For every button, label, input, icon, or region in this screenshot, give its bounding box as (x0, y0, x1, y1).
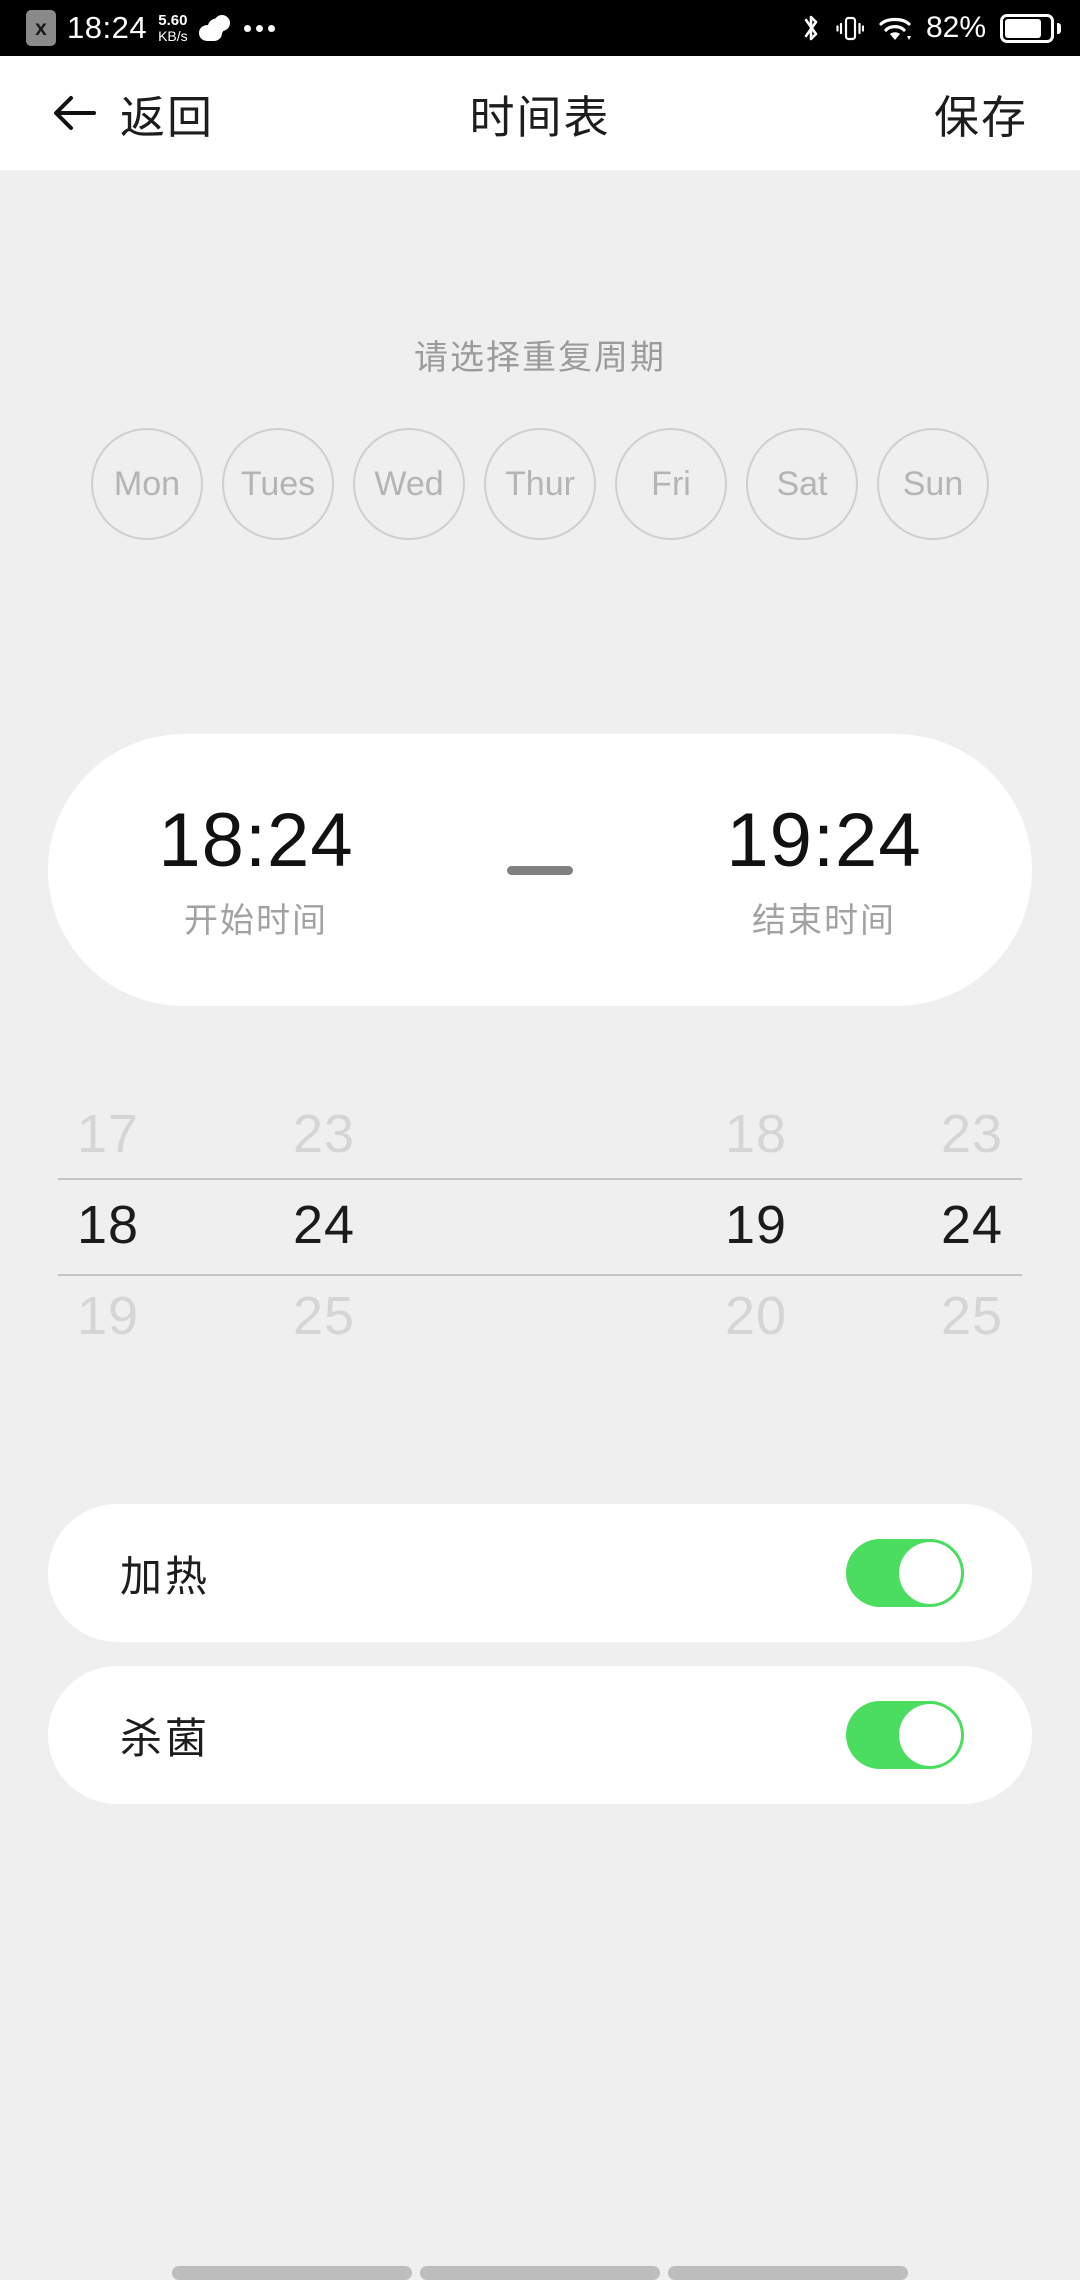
toggle-sterilize[interactable] (846, 1701, 964, 1769)
repeat-day-selector: Mon Tues Wed Thur Fri Sat Sun (0, 428, 1080, 540)
wifi-icon (879, 17, 911, 40)
picker-column-end-hour[interactable]: 18 19 20 (648, 1090, 864, 1360)
day-chip-tues[interactable]: Tues (222, 428, 334, 540)
time-range-separator-icon (507, 865, 573, 875)
picker-value-prev: 17 (76, 1104, 140, 1164)
network-speed-unit: KB/s (158, 27, 188, 44)
save-button[interactable]: 保存 (934, 81, 1028, 146)
toggle-knob (899, 1704, 961, 1766)
toggle-knob (899, 1542, 961, 1604)
picker-column-gap (432, 1090, 648, 1360)
day-chip-label: Tues (240, 464, 316, 503)
picker-value-prev: 18 (724, 1104, 788, 1164)
status-bar-right: 82% (800, 11, 1061, 45)
network-speed: 5.60 KB/s (158, 13, 188, 43)
picker-value-current: 18 (76, 1195, 140, 1255)
vibrate-icon (836, 16, 864, 41)
picker-value-current: 19 (724, 1195, 788, 1255)
picker-value-current: 24 (940, 1195, 1004, 1255)
status-bar-left: x 18:24 5.60 KB/s (26, 10, 275, 46)
cloud-icon (198, 15, 230, 41)
picker-value-next: 19 (76, 1286, 140, 1346)
battery-percent: 82% (925, 11, 986, 44)
picker-value-current: 24 (292, 1195, 356, 1255)
end-time-label: 结束时间 (752, 902, 896, 941)
day-chip-sun[interactable]: Sun (877, 428, 989, 540)
day-chip-mon[interactable]: Mon (91, 428, 203, 540)
time-range-card: 18:24 开始时间 19:24 结束时间 (48, 734, 1032, 1006)
start-time-label: 开始时间 (184, 902, 328, 941)
picker-column-end-minute[interactable]: 23 24 25 (864, 1090, 1080, 1360)
end-time-value: 19:24 (726, 797, 922, 883)
picker-value-next: 25 (940, 1286, 1004, 1346)
picker-column-start-hour[interactable]: 17 18 19 (0, 1090, 216, 1360)
option-label-sterilize: 杀菌 (120, 1714, 211, 1762)
day-chip-label: Fri (651, 464, 691, 503)
more-dots-icon (243, 24, 275, 32)
picker-column-start-minute[interactable]: 23 24 25 (216, 1090, 432, 1360)
nav-back-button[interactable] (668, 2266, 908, 2280)
battery-icon (1000, 13, 1061, 43)
day-chip-wed[interactable]: Wed (353, 428, 465, 540)
picker-value-next: 20 (724, 1286, 788, 1346)
day-chip-label: Sun (902, 464, 964, 503)
day-chip-label: Wed (374, 464, 444, 503)
picker-value-next: 25 (292, 1286, 356, 1346)
toggle-heating[interactable] (846, 1539, 964, 1607)
page-title: 时间表 (469, 91, 611, 143)
nav-recents-button[interactable] (172, 2266, 412, 2280)
phone-screen: x 18:24 5.60 KB/s 82% 返回 时间表 保存 请选择重复周期 … (0, 0, 1080, 2280)
end-time-block[interactable]: 19:24 结束时间 (634, 798, 1014, 942)
option-row-heating: 加热 (48, 1504, 1032, 1642)
day-chip-thur[interactable]: Thur (484, 428, 596, 540)
start-time-value: 18:24 (158, 797, 354, 883)
status-bar-clock: 18:24 (67, 10, 148, 45)
option-row-sterilize: 杀菌 (48, 1666, 1032, 1804)
picker-value-prev: 23 (292, 1104, 356, 1164)
system-nav-bar (0, 2220, 1080, 2280)
network-speed-value: 5.60 (158, 12, 188, 30)
bluetooth-icon (804, 15, 818, 41)
nav-home-button[interactable] (420, 2266, 660, 2280)
option-label-heating: 加热 (120, 1552, 211, 1600)
sim-disabled-icon: x (26, 10, 56, 46)
repeat-hint-label: 请选择重复周期 (414, 339, 666, 377)
time-picker: 17 18 19 23 24 25 18 19 20 23 24 25 (0, 1090, 1080, 1360)
picker-value-prev: 23 (940, 1104, 1004, 1164)
status-bar: x 18:24 5.60 KB/s 82% (0, 0, 1080, 56)
day-chip-label: Sat (776, 464, 828, 503)
app-header: 返回 时间表 保存 (0, 56, 1080, 170)
day-chip-label: Mon (113, 464, 181, 503)
day-chip-label: Thur (505, 464, 575, 503)
day-chip-fri[interactable]: Fri (615, 428, 727, 540)
start-time-block[interactable]: 18:24 开始时间 (66, 798, 446, 942)
day-chip-sat[interactable]: Sat (746, 428, 858, 540)
